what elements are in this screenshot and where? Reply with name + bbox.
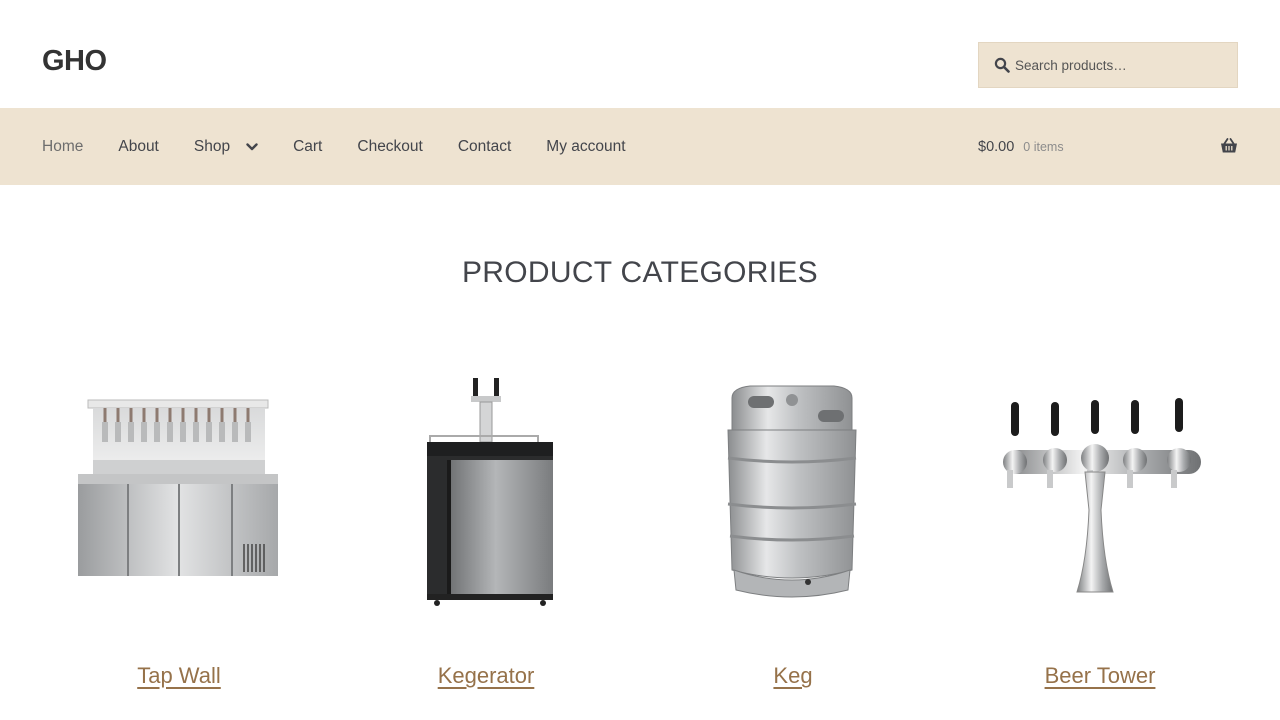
nav-item-checkout[interactable]: Checkout bbox=[357, 138, 422, 156]
search-input[interactable] bbox=[1015, 43, 1230, 87]
category-link[interactable]: Kegerator bbox=[355, 663, 617, 689]
cart-count: 0 items bbox=[1023, 139, 1064, 154]
basket-icon bbox=[1221, 138, 1237, 153]
product-search[interactable] bbox=[978, 42, 1238, 88]
nav-item-cart[interactable]: Cart bbox=[293, 138, 322, 156]
category-beer-tower[interactable]: Beer Tower bbox=[969, 360, 1231, 688]
site-header: GHO bbox=[0, 0, 1280, 108]
cart-amount: $0.00 bbox=[978, 138, 1015, 155]
nav-item-label: Shop bbox=[193, 137, 231, 155]
kegerator-image[interactable] bbox=[355, 360, 617, 622]
primary-navigation: Home About Shop Cart Checkout Contact My… bbox=[0, 108, 1280, 185]
nav-item-label: Cart bbox=[293, 137, 323, 155]
nav-item-contact[interactable]: Contact bbox=[458, 138, 511, 156]
category-link[interactable]: Tap Wall bbox=[48, 663, 310, 689]
beer-tower-image[interactable] bbox=[969, 360, 1231, 622]
nav-menu: Home About Shop Cart Checkout Contact My… bbox=[42, 108, 661, 185]
category-keg[interactable]: Keg bbox=[662, 360, 924, 688]
category-link[interactable]: Beer Tower bbox=[969, 663, 1231, 689]
nav-item-shop[interactable]: Shop bbox=[194, 138, 258, 156]
site-title[interactable]: GHO bbox=[42, 43, 107, 79]
chevron-down-icon[interactable] bbox=[246, 142, 258, 151]
section-title: PRODUCT CATEGORIES bbox=[462, 256, 818, 289]
category-link[interactable]: Keg bbox=[662, 663, 924, 689]
nav-item-label: About bbox=[118, 137, 159, 155]
category-kegerator[interactable]: Kegerator bbox=[355, 360, 617, 688]
nav-item-about[interactable]: About bbox=[118, 138, 159, 156]
search-icon bbox=[994, 57, 1010, 73]
nav-item-label: My account bbox=[546, 137, 626, 155]
header-cart[interactable]: $0.00 0 items bbox=[978, 108, 1238, 185]
nav-item-label: Checkout bbox=[357, 137, 423, 155]
nav-item-home[interactable]: Home bbox=[42, 138, 83, 156]
keg-image[interactable] bbox=[662, 360, 924, 622]
nav-item-label: Contact bbox=[457, 137, 512, 155]
tap-wall-image[interactable] bbox=[48, 360, 310, 622]
nav-item-label: Home bbox=[42, 137, 84, 155]
nav-item-my-account[interactable]: My account bbox=[546, 138, 625, 156]
category-tap-wall[interactable]: Tap Wall bbox=[48, 360, 310, 688]
